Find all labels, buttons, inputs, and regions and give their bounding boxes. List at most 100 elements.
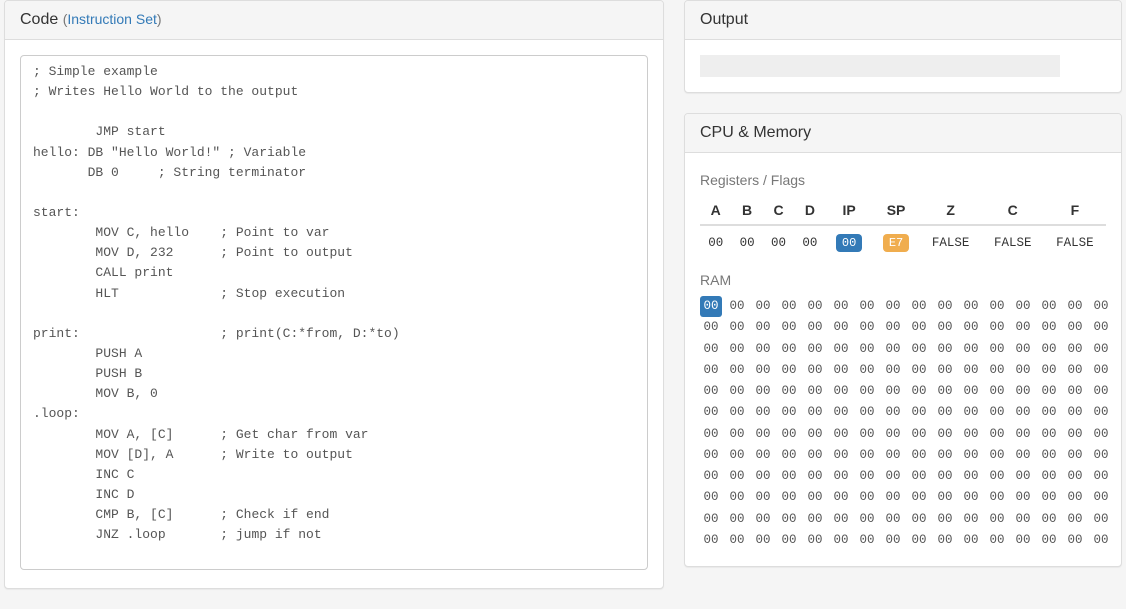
ram-cell[interactable]: 00 <box>856 360 878 381</box>
ram-cell[interactable]: 00 <box>856 466 878 487</box>
ram-cell[interactable]: 00 <box>960 339 982 360</box>
ram-cell[interactable]: 00 <box>1064 317 1086 338</box>
ram-cell[interactable]: 00 <box>752 466 774 487</box>
ram-cell[interactable]: 00 <box>726 424 748 445</box>
ram-cell[interactable]: 00 <box>1038 296 1060 317</box>
ram-cell[interactable]: 00 <box>726 445 748 466</box>
ram-cell[interactable]: 00 <box>700 402 722 423</box>
ram-cell[interactable]: 00 <box>804 360 826 381</box>
ram-cell[interactable]: 00 <box>700 487 722 508</box>
ram-cell[interactable]: 00 <box>726 530 748 551</box>
ram-cell[interactable]: 00 <box>804 487 826 508</box>
ram-cell[interactable]: 00 <box>986 487 1008 508</box>
ram-cell[interactable]: 00 <box>1038 381 1060 402</box>
ram-cell[interactable]: 00 <box>934 445 956 466</box>
ram-cell[interactable]: 00 <box>882 402 904 423</box>
ram-cell[interactable]: 00 <box>1064 466 1086 487</box>
ram-cell[interactable]: 00 <box>882 360 904 381</box>
ram-cell[interactable]: 00 <box>856 487 878 508</box>
ram-cell[interactable]: 00 <box>856 509 878 530</box>
ram-cell[interactable]: 00 <box>882 424 904 445</box>
ram-cell[interactable]: 00 <box>1090 466 1112 487</box>
ram-cell[interactable]: 00 <box>726 296 748 317</box>
ram-cell[interactable]: 00 <box>856 402 878 423</box>
ram-cell[interactable]: 00 <box>934 317 956 338</box>
ram-cell[interactable]: 00 <box>1038 466 1060 487</box>
ram-cell[interactable]: 00 <box>882 317 904 338</box>
instruction-set-link[interactable]: Instruction Set <box>67 11 157 27</box>
ram-cell[interactable]: 00 <box>700 445 722 466</box>
ram-cell[interactable]: 00 <box>856 296 878 317</box>
ram-cell[interactable]: 00 <box>882 381 904 402</box>
ram-cell[interactable]: 00 <box>1038 530 1060 551</box>
ram-cell[interactable]: 00 <box>1012 402 1034 423</box>
ram-cell[interactable]: 00 <box>778 509 800 530</box>
ram-cell[interactable]: 00 <box>986 360 1008 381</box>
ram-cell[interactable]: 00 <box>1012 296 1034 317</box>
ram-cell[interactable]: 00 <box>1064 509 1086 530</box>
ram-cell[interactable]: 00 <box>1012 424 1034 445</box>
ram-cell[interactable]: 00 <box>726 339 748 360</box>
ram-cell[interactable]: 00 <box>934 360 956 381</box>
ram-cell[interactable]: 00 <box>960 466 982 487</box>
ram-cell[interactable]: 00 <box>804 296 826 317</box>
ram-cell[interactable]: 00 <box>700 381 722 402</box>
ram-cell[interactable]: 00 <box>778 381 800 402</box>
ram-cell[interactable]: 00 <box>1064 402 1086 423</box>
ram-cell[interactable]: 00 <box>778 530 800 551</box>
ram-cell[interactable]: 00 <box>960 445 982 466</box>
ram-cell[interactable]: 00 <box>986 445 1008 466</box>
ram-cell[interactable]: 00 <box>960 317 982 338</box>
ram-cell[interactable]: 00 <box>960 381 982 402</box>
ram-cell[interactable]: 00 <box>856 424 878 445</box>
ram-cell[interactable]: 00 <box>1012 466 1034 487</box>
ram-cell[interactable]: 00 <box>1090 381 1112 402</box>
ram-cell[interactable]: 00 <box>986 530 1008 551</box>
ram-cell[interactable]: 00 <box>804 509 826 530</box>
ram-cell[interactable]: 00 <box>700 360 722 381</box>
ram-cell[interactable]: 00 <box>752 402 774 423</box>
ram-cell[interactable]: 00 <box>752 339 774 360</box>
ram-cell[interactable]: 00 <box>908 317 930 338</box>
ram-cell[interactable]: 00 <box>934 402 956 423</box>
ram-cell[interactable]: 00 <box>1012 339 1034 360</box>
ram-cell[interactable]: 00 <box>830 360 852 381</box>
ram-cell[interactable]: 00 <box>908 360 930 381</box>
ram-cell[interactable]: 00 <box>830 339 852 360</box>
ram-cell[interactable]: 00 <box>908 466 930 487</box>
ram-cell[interactable]: 00 <box>726 317 748 338</box>
ram-cell[interactable]: 00 <box>908 339 930 360</box>
ram-cell[interactable]: 00 <box>986 424 1008 445</box>
ram-cell[interactable]: 00 <box>882 530 904 551</box>
ram-cell[interactable]: 00 <box>882 487 904 508</box>
ram-cell[interactable]: 00 <box>1090 424 1112 445</box>
ram-cell[interactable]: 00 <box>700 296 722 317</box>
ram-cell[interactable]: 00 <box>726 509 748 530</box>
ram-cell[interactable]: 00 <box>830 445 852 466</box>
ram-cell[interactable]: 00 <box>726 466 748 487</box>
ram-cell[interactable]: 00 <box>960 509 982 530</box>
ram-cell[interactable]: 00 <box>726 381 748 402</box>
ram-cell[interactable]: 00 <box>960 296 982 317</box>
reg-value-f[interactable]: FALSE <box>1044 225 1106 260</box>
ram-cell[interactable]: 00 <box>1090 530 1112 551</box>
ram-cell[interactable]: 00 <box>1064 424 1086 445</box>
ram-cell[interactable]: 00 <box>882 445 904 466</box>
ram-cell[interactable]: 00 <box>700 317 722 338</box>
ram-cell[interactable]: 00 <box>778 487 800 508</box>
ram-cell[interactable]: 00 <box>960 424 982 445</box>
reg-value-d[interactable]: 00 <box>794 225 825 260</box>
ram-cell[interactable]: 00 <box>830 487 852 508</box>
ram-cell[interactable]: 00 <box>1038 339 1060 360</box>
reg-value-c[interactable]: 00 <box>763 225 794 260</box>
ram-cell[interactable]: 00 <box>986 466 1008 487</box>
ram-cell[interactable]: 00 <box>778 445 800 466</box>
ram-cell[interactable]: 00 <box>752 487 774 508</box>
ram-cell[interactable]: 00 <box>882 339 904 360</box>
ram-cell[interactable]: 00 <box>830 424 852 445</box>
ram-cell[interactable]: 00 <box>960 487 982 508</box>
ram-cell[interactable]: 00 <box>908 381 930 402</box>
ram-cell[interactable]: 00 <box>1064 530 1086 551</box>
ram-cell[interactable]: 00 <box>726 487 748 508</box>
ram-cell[interactable]: 00 <box>752 530 774 551</box>
